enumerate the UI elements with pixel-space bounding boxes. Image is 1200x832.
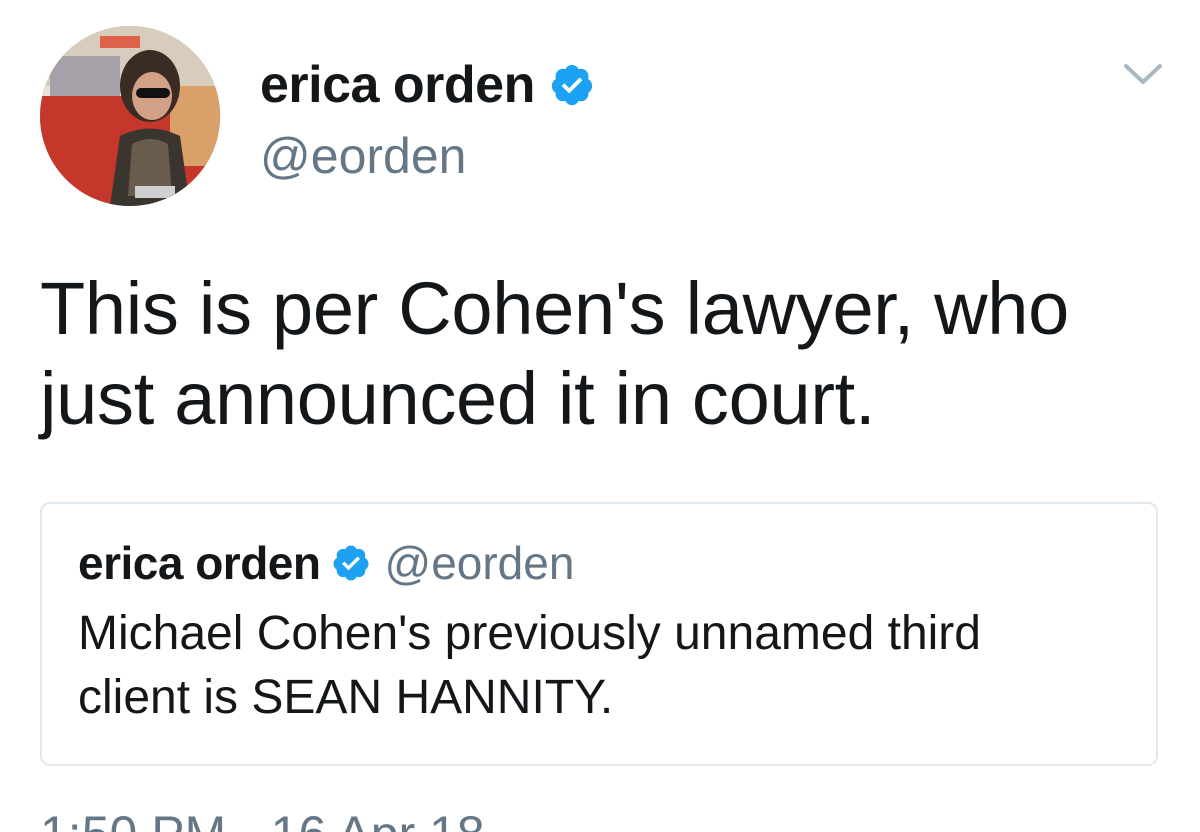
avatar-photo — [40, 26, 220, 206]
quoted-display-name: erica orden — [78, 537, 321, 589]
tweet-text-line: This is per Cohen's lawyer, who — [40, 267, 1069, 350]
verified-badge-icon — [331, 543, 371, 583]
verified-badge-icon — [549, 62, 595, 108]
quoted-text-line: client is SEAN HANNITY. — [78, 671, 614, 724]
tweet-text: This is per Cohen's lawyer, who just ann… — [40, 264, 1170, 444]
quoted-tweet-text: Michael Cohen's previously unnamed third… — [78, 602, 1138, 730]
author-name-line: erica orden — [260, 56, 595, 114]
quoted-tweet[interactable]: erica orden @eorden Michael Cohen's prev… — [40, 502, 1158, 766]
display-name[interactable]: erica orden — [260, 56, 535, 114]
quoted-handle: @eorden — [384, 537, 575, 589]
tweet-text-line: just announced it in court. — [40, 357, 876, 440]
timestamp[interactable]: 1:50 PM - 16 Apr 18 — [40, 806, 485, 832]
avatar[interactable] — [40, 26, 220, 206]
chevron-down-icon[interactable] — [1122, 60, 1164, 90]
quoted-tweet-header: erica orden @eorden — [78, 534, 574, 592]
tweet-card: erica orden @eorden This is per Cohen's … — [0, 0, 1200, 832]
author-handle[interactable]: @eorden — [260, 128, 466, 184]
quoted-text-line: Michael Cohen's previously unnamed third — [78, 607, 981, 660]
